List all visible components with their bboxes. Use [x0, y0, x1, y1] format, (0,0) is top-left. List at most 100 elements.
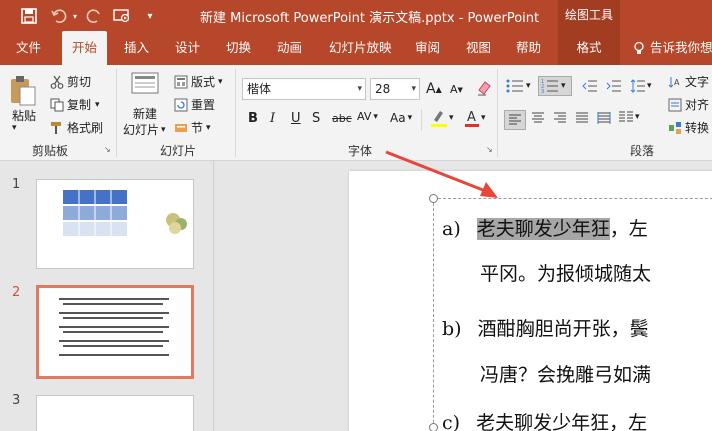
convert-smartart-button[interactable]: 转换	[668, 119, 709, 136]
new-slide-label-2[interactable]: 幻灯片 ▾	[123, 121, 166, 138]
char-spacing-button[interactable]: AV ▾	[357, 110, 378, 123]
customize-toolbar-icon[interactable]: ▾	[144, 6, 156, 26]
smartart-icon	[669, 121, 681, 134]
tell-me-text: 告诉我你想	[650, 40, 712, 55]
svg-text:A: A	[674, 78, 680, 87]
copy-button[interactable]: 复制 ▾	[50, 96, 100, 113]
line-spacing-button[interactable]: ▾	[630, 79, 652, 93]
svg-text:3: 3	[541, 89, 544, 93]
slide-thumbnail-3[interactable]	[36, 395, 194, 431]
new-slide-icon[interactable]	[130, 71, 162, 101]
text-direction-button[interactable]: A 文字	[668, 73, 709, 90]
reset-icon	[174, 98, 188, 111]
scissors-icon	[50, 75, 64, 89]
tab-file[interactable]: 文件	[16, 31, 41, 65]
slide-number: 1	[12, 177, 21, 192]
align-left-button[interactable]	[504, 110, 526, 130]
lightbulb-icon	[634, 41, 644, 54]
tab-help[interactable]: 帮助	[516, 31, 541, 65]
save-icon[interactable]	[20, 6, 38, 26]
bullets-button[interactable]: ▾	[506, 79, 531, 93]
font-color-icon: A	[465, 110, 479, 127]
format-painter-button[interactable]: 格式刷	[50, 119, 103, 136]
increase-indent-button[interactable]	[606, 79, 622, 93]
tab-view[interactable]: 视图	[466, 31, 491, 65]
text-direction-icon: A	[668, 76, 680, 88]
redo-icon[interactable]	[86, 6, 102, 26]
eraser-icon	[478, 81, 491, 96]
window-title: 新建 Microsoft PowerPoint 演示文稿.pptx - Powe…	[200, 11, 540, 26]
list-label: c)	[442, 412, 461, 431]
underline-button[interactable]: U	[291, 111, 301, 126]
tell-me-box[interactable]: 告诉我你想	[632, 31, 712, 65]
tab-format[interactable]: 格式	[558, 31, 620, 65]
tab-animations[interactable]: 动画	[277, 31, 302, 65]
slide-line-2[interactable]: 平冈。为报倾城随太	[480, 259, 651, 286]
layout-icon	[174, 75, 188, 88]
distribute-button[interactable]	[597, 112, 611, 124]
bold-button[interactable]: B	[248, 111, 258, 126]
justify-button[interactable]	[575, 112, 589, 124]
tab-slideshow[interactable]: 幻灯片放映	[329, 31, 392, 65]
selected-text[interactable]: 老夫聊发少年狂	[476, 218, 610, 240]
strikethrough-button[interactable]: abc	[332, 112, 352, 125]
tab-home[interactable]: 开始	[62, 31, 108, 65]
slide-1-preview	[63, 190, 187, 236]
clear-format-button[interactable]	[476, 80, 492, 96]
italic-button[interactable]: I	[270, 111, 275, 126]
paste-dropdown-icon[interactable]: ▾	[12, 123, 17, 133]
title-bar: ▾ ▾ 新建 Microsoft PowerPoint 演示文稿.pptx - …	[0, 0, 712, 31]
font-name-combo[interactable]: 楷体 ▾	[242, 78, 366, 100]
undo-icon[interactable]	[50, 6, 68, 26]
undo-dropdown-icon[interactable]: ▾	[70, 6, 80, 26]
chevron-down-icon: ▾	[357, 84, 362, 94]
shrink-font-button[interactable]: A ▼	[450, 83, 463, 96]
indent-icon	[606, 80, 621, 92]
layout-button[interactable]: 版式 ▾	[174, 73, 223, 90]
list-label: b)	[442, 318, 462, 340]
numbering-icon: 123	[541, 79, 558, 93]
font-size-combo[interactable]: 28 ▾	[370, 78, 420, 100]
align-center-button[interactable]	[531, 112, 545, 124]
slideshow-start-icon[interactable]	[112, 6, 132, 26]
section-button[interactable]: 节 ▾	[174, 119, 211, 136]
tab-transitions[interactable]: 切换	[226, 31, 251, 65]
slide-line-3[interactable]: b) 酒酣胸胆尚开张，鬓	[442, 314, 649, 341]
slide-thumbnail-1[interactable]	[36, 179, 194, 269]
resize-handle[interactable]	[429, 423, 438, 431]
tab-review[interactable]: 审阅	[415, 31, 440, 65]
chevron-down-icon: ▾	[411, 84, 416, 94]
bullets-icon	[506, 79, 523, 93]
columns-button[interactable]: ▾	[618, 110, 640, 124]
divider	[497, 69, 498, 157]
cut-button[interactable]: 剪切	[50, 73, 91, 90]
divider	[235, 69, 236, 157]
font-group-label: 字体	[348, 144, 373, 158]
slide-number-selected: 2	[12, 285, 21, 300]
tab-insert[interactable]: 插入	[124, 31, 149, 65]
slide-line-1[interactable]: a) 老夫聊发少年狂，左	[442, 214, 648, 241]
align-text-button[interactable]: 对齐	[668, 96, 709, 113]
slide-line-4[interactable]: 冯唐？会挽雕弓如满	[480, 360, 651, 387]
change-case-button[interactable]: Aa ▾	[390, 111, 412, 125]
ribbon: 粘贴 ▾ 剪切 复制 ▾ 格式刷 剪贴板 ↘ 新建 幻灯片 ▾ 版式 ▾ 重置 节 ▾ …	[0, 65, 712, 161]
decrease-indent-button[interactable]	[582, 79, 598, 93]
list-label: a)	[442, 218, 461, 240]
font-color-button[interactable]: A ▾	[464, 108, 486, 128]
svg-text:A: A	[467, 110, 476, 125]
paste-button[interactable]: 粘贴	[12, 107, 36, 124]
paste-icon[interactable]	[8, 73, 38, 109]
align-right-button[interactable]	[553, 112, 567, 124]
slide-line-5[interactable]: c) 老夫聊发少年狂，左	[442, 408, 647, 431]
numbering-button[interactable]: 123 ▾	[538, 76, 572, 96]
clipboard-launcher-icon[interactable]: ↘	[104, 145, 111, 154]
shadow-button[interactable]: S	[312, 111, 320, 126]
reset-button[interactable]: 重置	[174, 96, 215, 113]
grow-font-button[interactable]: A ▲	[426, 81, 442, 97]
ribbon-tabs: 文件 开始 插入 设计 切换 动画 幻灯片放映 审阅 视图 帮助 格式 告诉我你…	[0, 31, 712, 65]
highlight-color-button[interactable]: ▾	[430, 108, 454, 128]
new-slide-label[interactable]: 新建	[133, 105, 157, 122]
tab-design[interactable]: 设计	[175, 31, 200, 65]
slide-thumbnail-2[interactable]	[36, 285, 194, 379]
columns-icon	[619, 111, 633, 122]
